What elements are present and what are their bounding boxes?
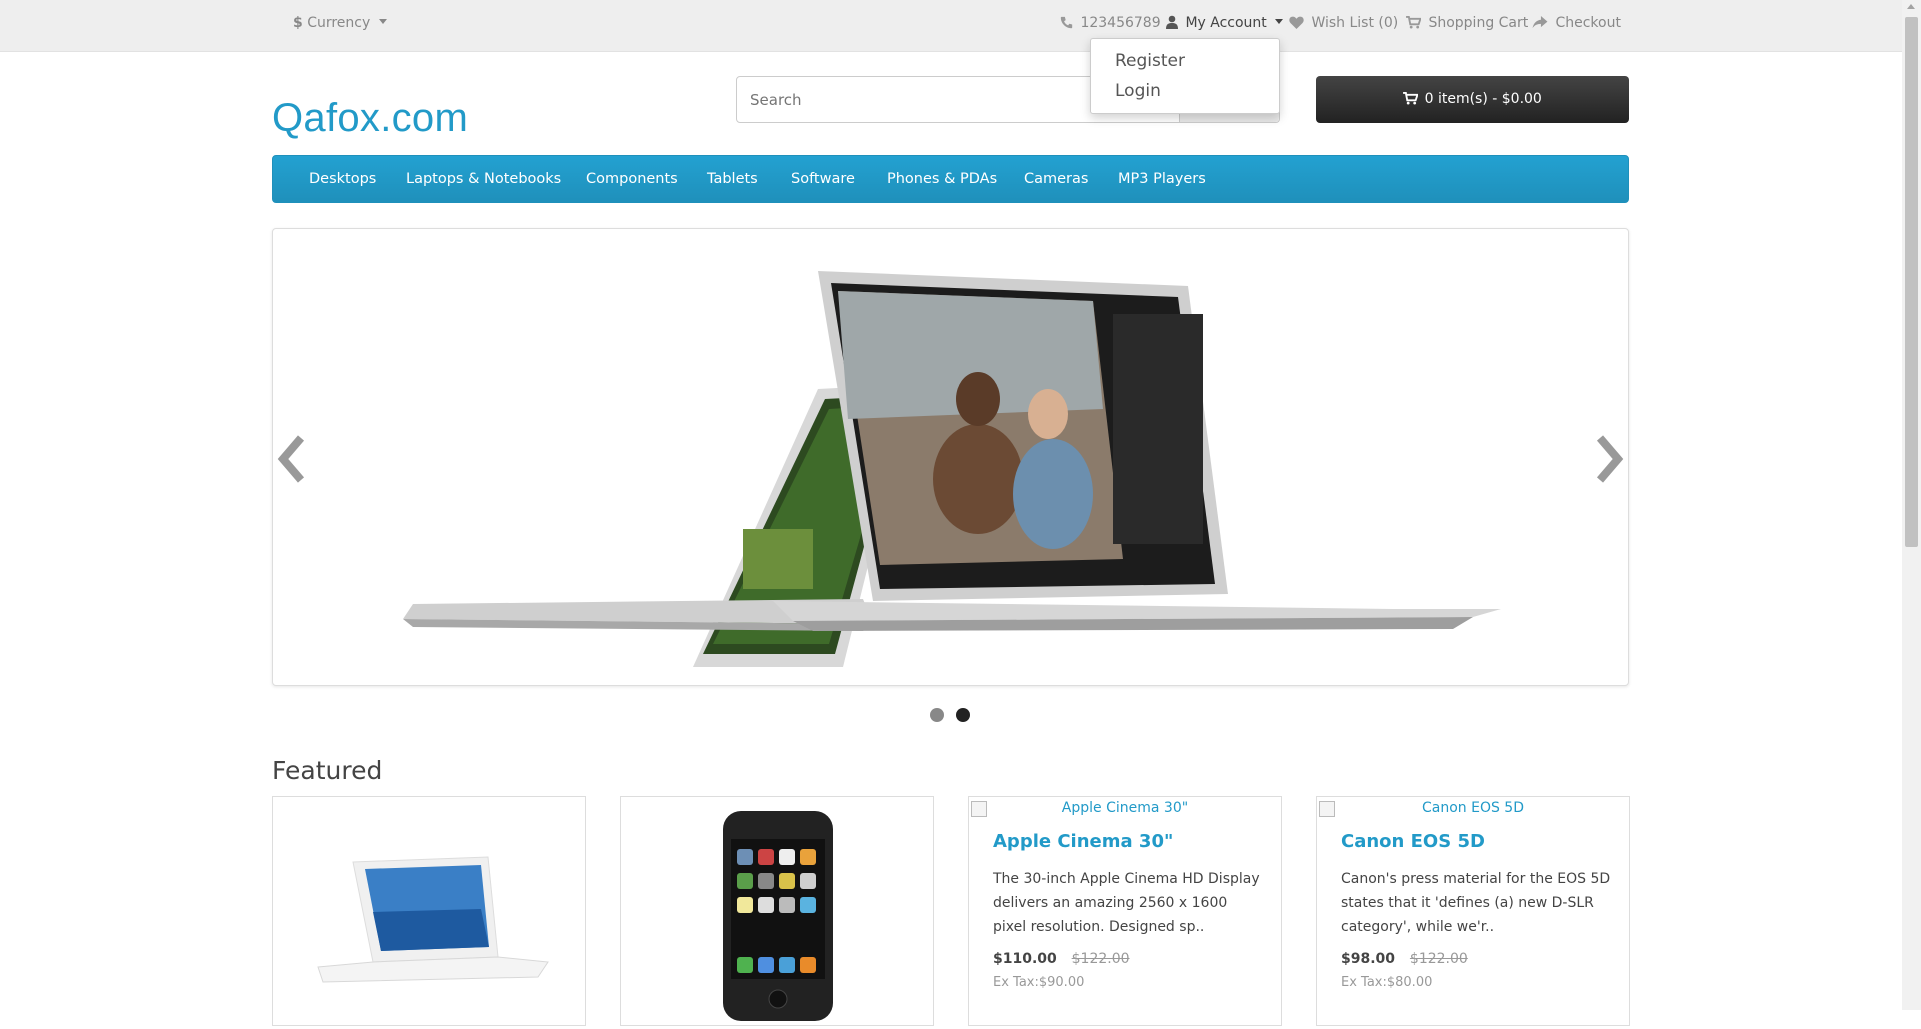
price-tax: Ex Tax:$80.00 bbox=[1341, 975, 1433, 990]
user-icon bbox=[1166, 15, 1178, 29]
slider-dot-2-active[interactable] bbox=[956, 708, 970, 722]
cart-icon bbox=[1406, 16, 1422, 29]
account-dropdown-menu: Register Login bbox=[1090, 38, 1280, 114]
price-new: $110.00 bbox=[993, 951, 1057, 967]
site-logo[interactable]: Qafox.com bbox=[272, 96, 468, 141]
price-new: $98.00 bbox=[1341, 951, 1396, 967]
product-description: The 30-inch Apple Cinema HD Display deli… bbox=[993, 871, 1260, 935]
cart-button[interactable]: 0 item(s) - $0.00 bbox=[1316, 76, 1629, 123]
scrollbar-thumb[interactable] bbox=[1905, 17, 1918, 547]
product-card: Apple Cinema 30" Apple Cinema 30" The 30… bbox=[968, 796, 1282, 1026]
cart-button-label: 0 item(s) - $0.00 bbox=[1424, 91, 1542, 107]
shopping-cart-label: Shopping Cart bbox=[1428, 15, 1529, 31]
menu-item-tablets[interactable]: Tablets bbox=[707, 171, 758, 187]
heart-icon bbox=[1289, 16, 1304, 29]
checkout-link[interactable]: Checkout bbox=[1532, 13, 1621, 33]
broken-image-icon bbox=[1319, 801, 1335, 817]
dollar-icon: $ bbox=[293, 15, 303, 31]
caret-down-icon bbox=[1275, 19, 1284, 24]
checkout-label: Checkout bbox=[1555, 15, 1621, 31]
featured-heading: Featured bbox=[272, 756, 383, 785]
cart-icon bbox=[1403, 92, 1419, 105]
category-menu: Desktops Laptops & Notebooks Components … bbox=[272, 155, 1629, 203]
menu-item-phones-pdas[interactable]: Phones & PDAs bbox=[887, 171, 997, 187]
price-tax: Ex Tax:$90.00 bbox=[993, 975, 1085, 990]
product-price: $110.00 $122.00 bbox=[993, 951, 1130, 967]
price-old: $122.00 bbox=[1071, 951, 1130, 967]
shopping-cart-link[interactable]: Shopping Cart bbox=[1406, 13, 1528, 33]
product-name-link[interactable]: Canon EOS 5D bbox=[1341, 831, 1485, 852]
menu-item-cameras[interactable]: Cameras bbox=[1024, 171, 1088, 187]
menu-item-laptops-notebooks[interactable]: Laptops & Notebooks bbox=[406, 171, 561, 187]
top-bar: $ Currency 123456789 My Account Wish Lis… bbox=[0, 0, 1902, 52]
menu-item-desktops[interactable]: Desktops bbox=[309, 171, 376, 187]
currency-dropdown[interactable]: $ Currency bbox=[293, 13, 387, 33]
product-description: Canon's press material for the EOS 5D st… bbox=[1341, 871, 1611, 935]
phone-number: 123456789 bbox=[1080, 15, 1161, 31]
my-account-dropdown[interactable]: My Account bbox=[1166, 13, 1284, 33]
register-link[interactable]: Register bbox=[1115, 51, 1185, 71]
slider-next-arrow[interactable] bbox=[1588, 434, 1628, 484]
slide-image-macbook-air bbox=[403, 271, 1501, 667]
wish-list-label: Wish List (0) bbox=[1311, 15, 1399, 31]
scroll-up-arrow-icon[interactable] bbox=[1907, 4, 1915, 9]
product-card bbox=[272, 796, 586, 1026]
image-alt-text: Canon EOS 5D bbox=[1421, 800, 1524, 816]
phone-link[interactable]: 123456789 bbox=[1060, 13, 1161, 33]
product-image-macbook[interactable] bbox=[273, 817, 587, 1017]
hero-slider bbox=[272, 228, 1629, 686]
slider-dot-1[interactable] bbox=[930, 708, 944, 722]
phone-icon bbox=[1060, 16, 1073, 29]
product-card: Canon EOS 5D Canon EOS 5D Canon's press … bbox=[1316, 796, 1630, 1026]
share-icon bbox=[1532, 16, 1548, 29]
product-image-iphone[interactable] bbox=[621, 809, 935, 1029]
image-alt-text: Apple Cinema 30" bbox=[1061, 800, 1189, 816]
slider-prev-arrow[interactable] bbox=[273, 434, 313, 484]
product-card bbox=[620, 796, 934, 1026]
wish-list-link[interactable]: Wish List (0) bbox=[1289, 13, 1398, 33]
caret-down-icon bbox=[378, 19, 387, 24]
product-name-link[interactable]: Apple Cinema 30" bbox=[993, 831, 1173, 852]
menu-item-mp3-players[interactable]: MP3 Players bbox=[1118, 171, 1206, 187]
my-account-label: My Account bbox=[1185, 15, 1267, 31]
product-price: $98.00 $122.00 bbox=[1341, 951, 1468, 967]
price-old: $122.00 bbox=[1409, 951, 1468, 967]
currency-label: Currency bbox=[307, 15, 371, 31]
page-scrollbar[interactable] bbox=[1902, 0, 1921, 1010]
product-image-alt[interactable]: Apple Cinema 30" bbox=[969, 800, 1281, 817]
menu-item-software[interactable]: Software bbox=[791, 171, 855, 187]
product-image-alt[interactable]: Canon EOS 5D bbox=[1317, 800, 1629, 817]
menu-item-components[interactable]: Components bbox=[586, 171, 678, 187]
login-link[interactable]: Login bbox=[1115, 81, 1161, 101]
broken-image-icon bbox=[971, 801, 987, 817]
